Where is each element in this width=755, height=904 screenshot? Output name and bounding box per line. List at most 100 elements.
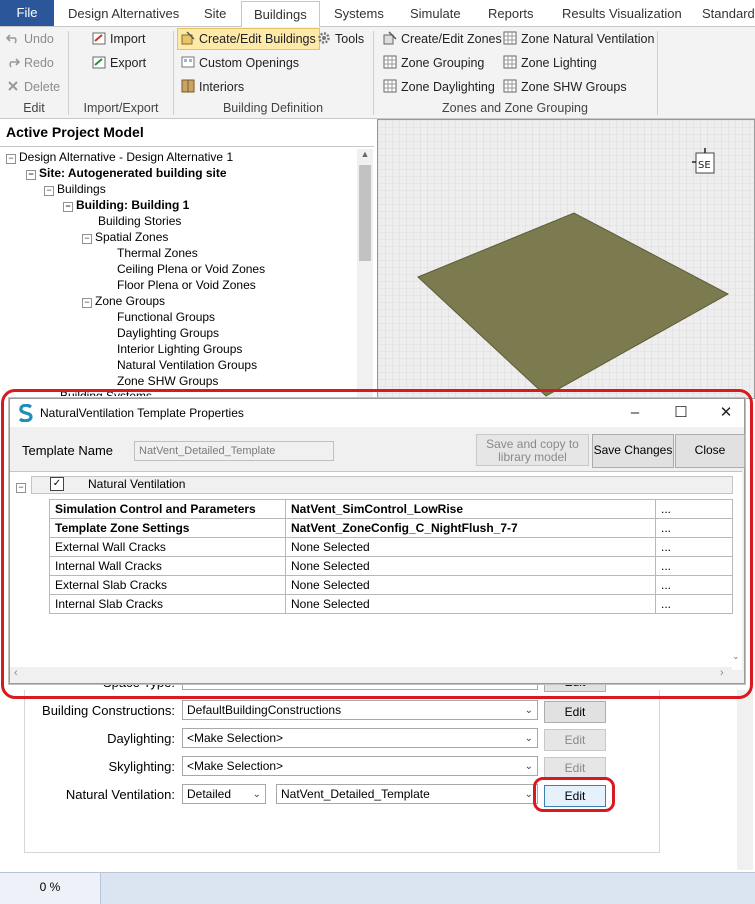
collapse-icon[interactable]: − [82, 298, 92, 308]
tools-label: Tools [335, 32, 365, 46]
building-constructions-edit-button[interactable]: Edit [544, 701, 606, 723]
tree-item-design-alternative[interactable]: − Design Alternative - Design Alternative… [6, 149, 233, 165]
progress-text: 0 % [0, 873, 101, 904]
zone-grid-icon [503, 55, 517, 69]
tree-item-label: Design Alternative - Design Alternative … [19, 150, 234, 164]
zone-grid-icon [383, 79, 397, 93]
3d-viewport[interactable]: SE [377, 119, 755, 399]
redo-icon [6, 55, 21, 69]
tree-item-zone-shw-groups[interactable]: Zone SHW Groups [117, 373, 218, 389]
tree-item-building-1[interactable]: − Building: Building 1 [63, 197, 189, 213]
tree-scrollbar[interactable]: ▲ [357, 149, 373, 397]
tools-button[interactable]: Tools [317, 29, 364, 49]
dropdown-value: <Make Selection> [187, 731, 284, 745]
import-button[interactable]: Import [92, 29, 145, 49]
tree-item-natural-ventilation-groups[interactable]: Natural Ventilation Groups [117, 357, 257, 373]
delete-icon [6, 79, 20, 93]
natural-ventilation-label: Natural Ventilation: [65, 787, 175, 802]
zone-grouping-button[interactable]: Zone Grouping [383, 53, 484, 73]
zone-lighting-button[interactable]: Zone Lighting [503, 53, 597, 73]
interiors-icon [181, 79, 195, 93]
building-constructions-dropdown[interactable]: DefaultBuildingConstructions ⌄ [182, 700, 538, 720]
daylighting-label: Daylighting: [107, 731, 175, 746]
tree-item-ceiling-plena[interactable]: Ceiling Plena or Void Zones [117, 261, 265, 277]
tab-reports[interactable]: Reports [488, 0, 534, 26]
skylighting-dropdown[interactable]: <Make Selection> ⌄ [182, 756, 538, 776]
tree-item-spatial-zones[interactable]: − Spatial Zones [82, 229, 168, 245]
create-edit-zones-button[interactable]: Create/Edit Zones [383, 29, 502, 49]
zone-shw-groups-label: Zone SHW Groups [521, 80, 627, 94]
tree-item-site[interactable]: − Site: Autogenerated building site [26, 165, 227, 181]
tab-simulate[interactable]: Simulate [410, 0, 461, 26]
tree-item-interior-lighting-groups[interactable]: Interior Lighting Groups [117, 341, 242, 357]
tab-standards[interactable]: Standards [702, 0, 755, 26]
ribbon-separator [657, 31, 658, 115]
tree-item-label: Buildings [57, 182, 106, 196]
create-edit-buildings-label: Create/Edit Buildings [199, 32, 316, 46]
custom-openings-button[interactable]: Custom Openings [181, 53, 299, 73]
tab-results-visualization[interactable]: Results Visualization [562, 0, 682, 26]
export-button[interactable]: Export [92, 53, 146, 73]
tree-item-daylighting-groups[interactable]: Daylighting Groups [117, 325, 219, 341]
redo-label: Redo [24, 56, 54, 70]
scroll-up-icon[interactable]: ▲ [359, 149, 371, 163]
viewport-canvas[interactable]: SE [378, 120, 754, 398]
zone-lighting-label: Zone Lighting [521, 56, 597, 70]
gear-icon [317, 31, 331, 45]
zone-daylighting-label: Zone Daylighting [401, 80, 495, 94]
create-edit-buildings-button[interactable]: Create/Edit Buildings [177, 28, 320, 50]
skylighting-edit-button[interactable]: Edit [544, 757, 606, 779]
svg-text:SE: SE [698, 160, 711, 171]
zone-grid-icon [503, 79, 517, 93]
collapse-icon[interactable]: − [44, 186, 54, 196]
collapse-icon[interactable]: − [6, 154, 16, 164]
zone-natural-ventilation-label: Zone Natural Ventilation [521, 32, 655, 46]
tree-item-zone-groups[interactable]: − Zone Groups [82, 293, 165, 309]
collapse-icon[interactable]: − [63, 202, 73, 212]
custom-openings-label: Custom Openings [199, 56, 300, 70]
chevron-down-icon: ⌄ [524, 789, 533, 800]
edit-group-label: Edit [23, 101, 45, 115]
zone-daylighting-button[interactable]: Zone Daylighting [383, 77, 495, 97]
interiors-button[interactable]: Interiors [181, 77, 244, 97]
undo-button[interactable]: Undo [5, 29, 54, 49]
natural-ventilation-mode-dropdown[interactable]: Detailed ⌄ [182, 784, 266, 804]
collapse-icon[interactable]: − [26, 170, 36, 180]
delete-button[interactable]: Delete [6, 77, 60, 97]
chevron-down-icon: ⌄ [524, 733, 533, 744]
tree-item-buildings[interactable]: − Buildings [44, 181, 106, 197]
file-menu[interactable]: File [0, 0, 54, 26]
zone-shw-groups-button[interactable]: Zone SHW Groups [503, 77, 627, 97]
redo-button[interactable]: Redo [6, 53, 54, 73]
tree-item-functional-groups[interactable]: Functional Groups [117, 309, 215, 325]
tree-item-building-stories[interactable]: Building Stories [98, 213, 181, 229]
tab-systems[interactable]: Systems [334, 0, 384, 26]
zone-natural-ventilation-button[interactable]: Zone Natural Ventilation [503, 29, 654, 49]
tree-item-thermal-zones[interactable]: Thermal Zones [117, 245, 198, 261]
highlight-ring [1, 389, 753, 699]
chevron-down-icon: ⌄ [524, 761, 533, 772]
export-label: Export [110, 56, 147, 70]
building-definition-group-label: Building Definition [222, 101, 324, 115]
panel-title: Active Project Model [6, 124, 144, 140]
scrollbar-thumb[interactable] [359, 165, 371, 261]
tree-item-floor-plena[interactable]: Floor Plena or Void Zones [117, 277, 256, 293]
tab-buildings[interactable]: Buildings [241, 1, 320, 29]
openings-icon [181, 55, 195, 69]
tree-item-label: Site: Autogenerated building site [39, 166, 227, 180]
collapse-icon[interactable]: − [82, 234, 92, 244]
tab-site[interactable]: Site [204, 0, 226, 26]
interiors-label: Interiors [199, 80, 245, 94]
daylighting-edit-button[interactable]: Edit [544, 729, 606, 751]
form-scrollbar[interactable] [737, 690, 753, 870]
dropdown-value: DefaultBuildingConstructions [187, 703, 342, 717]
zone-grid-icon [503, 31, 517, 45]
zones-edit-icon [383, 31, 397, 45]
daylighting-dropdown[interactable]: <Make Selection> ⌄ [182, 728, 538, 748]
natural-ventilation-template-dropdown[interactable]: NatVent_Detailed_Template ⌄ [276, 784, 538, 804]
import-icon [92, 31, 106, 45]
zones-group-label: Zones and Zone Grouping [442, 101, 588, 115]
export-icon [92, 55, 106, 69]
tab-design-alternatives[interactable]: Design Alternatives [68, 0, 179, 26]
building-edit-icon [181, 31, 195, 45]
